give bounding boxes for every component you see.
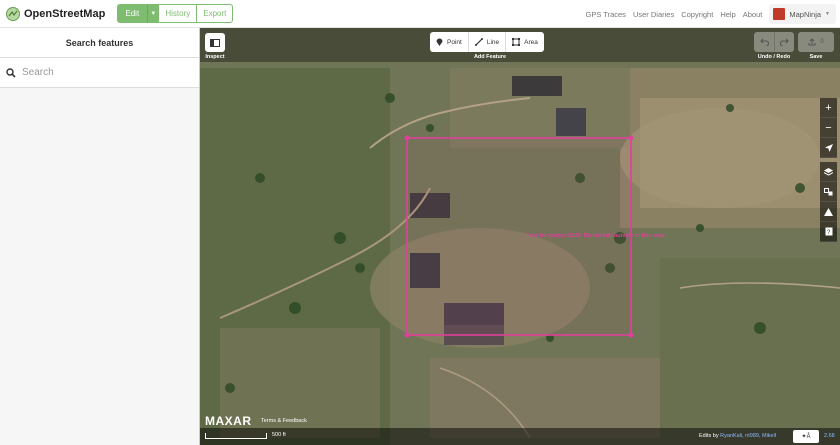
inspect-label: Inspect <box>205 54 225 60</box>
edits-prefix: Edits by <box>699 433 719 439</box>
undo-redo-label: Undo / Redo <box>757 54 791 60</box>
add-point-button[interactable]: Point <box>430 32 469 52</box>
edits-users-link[interactable]: RyanKali, nt989, Mikell <box>720 433 776 439</box>
nav-link-gps-traces[interactable]: GPS Traces <box>586 10 626 19</box>
satellite-imagery <box>200 28 840 445</box>
line-label: Line <box>486 38 500 46</box>
zoom-controls: + − <box>820 98 837 158</box>
nav-link-help[interactable]: Help <box>720 10 735 19</box>
search-icon <box>6 67 16 78</box>
search-input[interactable] <box>22 67 192 78</box>
area-icon <box>512 38 521 46</box>
point-label: Point <box>447 38 462 46</box>
help-button[interactable]: ? <box>820 222 837 242</box>
bug-icon: ✦Å <box>801 434 811 440</box>
issues-button[interactable] <box>820 202 837 222</box>
terms-feedback-link[interactable]: Terms & Feedback <box>261 418 307 424</box>
search-bar <box>0 58 199 88</box>
sidebar-toggle-icon <box>210 38 220 47</box>
redo-icon <box>780 38 789 46</box>
minus-icon: − <box>825 121 832 134</box>
point-icon <box>436 38 443 46</box>
inspect-button[interactable] <box>205 33 225 52</box>
nav-link-user-diaries[interactable]: User Diaries <box>633 10 674 19</box>
username: MapNinja <box>789 9 822 19</box>
nav-link-about[interactable]: About <box>743 10 763 19</box>
add-feature-label: Add Feature <box>473 54 507 60</box>
scale-bar[interactable] <box>205 433 267 439</box>
task-area-label: Task for project 8129. Do not edit outsi… <box>526 233 667 239</box>
undo-icon <box>759 38 769 46</box>
geolocate-button[interactable] <box>820 138 837 158</box>
history-button[interactable]: History <box>159 4 198 23</box>
background-layers-button[interactable] <box>820 162 837 182</box>
osm-logo-icon <box>6 6 20 21</box>
add-area-button[interactable]: Area <box>506 32 544 52</box>
nav-links: GPS Traces User Diaries Copyright Help A… <box>586 0 840 28</box>
line-icon <box>474 38 483 46</box>
redo-button[interactable] <box>774 32 794 52</box>
add-line-button[interactable]: Line <box>469 32 507 52</box>
brand-name: OpenStreetMap <box>24 7 106 20</box>
user-menu[interactable]: MapNinja ▼ <box>769 4 836 24</box>
avatar <box>773 8 786 20</box>
upload-icon <box>808 38 816 46</box>
edit-attribution: Edits by RyanKali, nt989, Mikell <box>699 433 776 439</box>
edit-button[interactable]: Edit <box>117 4 148 23</box>
map-data-button[interactable] <box>820 182 837 202</box>
save-label: Save <box>809 54 823 60</box>
map-data-icon <box>824 187 833 195</box>
mode-button-group: Edit ▼ History Export <box>117 4 234 23</box>
help-icon: ? <box>825 227 832 236</box>
save-count: 0 <box>820 39 824 45</box>
plus-icon: + <box>825 101 832 114</box>
save-button[interactable]: 0 <box>798 32 834 52</box>
imagery-logo: MAXAR <box>205 414 252 428</box>
area-label: Area <box>524 38 538 46</box>
nav-link-copyright[interactable]: Copyright <box>681 10 713 19</box>
location-arrow-icon <box>824 143 833 152</box>
undo-button[interactable] <box>754 32 774 52</box>
brand[interactable]: OpenStreetMap <box>6 6 106 21</box>
warning-icon <box>824 207 833 216</box>
map-canvas[interactable]: Task for project 8129. Do not edit outsi… <box>200 28 840 445</box>
panel-controls: ? <box>820 162 837 242</box>
sidebar-title: Search features <box>0 28 199 58</box>
add-feature-group: Point Line Area <box>430 32 544 52</box>
edit-dropdown-caret-icon[interactable]: ▼ <box>147 4 160 23</box>
sidebar: Search features <box>0 28 200 445</box>
export-button[interactable]: Export <box>197 4 234 23</box>
zoom-out-button[interactable]: − <box>820 118 837 138</box>
top-navbar: OpenStreetMap Edit ▼ History Export GPS … <box>0 0 840 28</box>
undo-redo-group <box>754 32 794 52</box>
user-menu-caret-icon: ▼ <box>825 11 830 17</box>
photo-overlay-button[interactable]: ✦Å <box>793 430 819 443</box>
version-link[interactable]: 2.68 <box>824 433 835 439</box>
zoom-in-button[interactable]: + <box>820 98 837 118</box>
layers-icon <box>824 167 833 176</box>
scale-label: 500 ft <box>272 432 286 438</box>
